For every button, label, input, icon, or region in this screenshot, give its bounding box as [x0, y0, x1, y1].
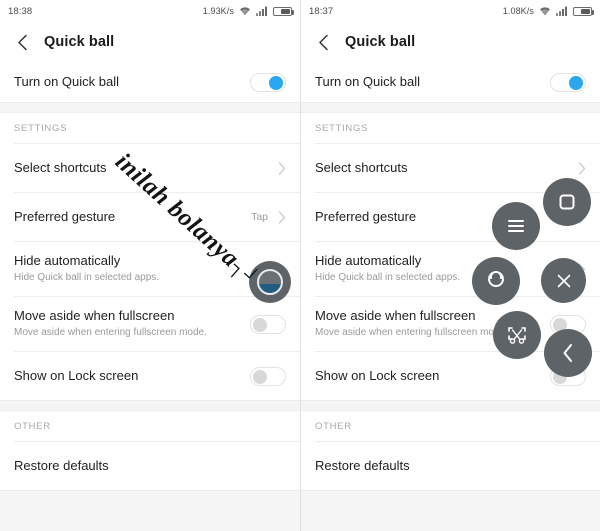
status-bar: 18:37 1.08K/s	[301, 0, 600, 22]
row-select-shortcuts[interactable]: Select shortcuts	[0, 144, 300, 192]
row-sublabel: Hide Quick ball in selected apps.	[14, 272, 160, 283]
chevron-right-icon	[577, 161, 586, 175]
row-label: Turn on Quick ball	[315, 74, 421, 89]
row-label: Select shortcuts	[315, 160, 408, 175]
row-label: Show on Lock screen	[315, 368, 440, 383]
row-sublabel: Move aside when entering fullscreen mode…	[14, 327, 207, 338]
back-chevron-icon[interactable]	[14, 34, 30, 50]
empty-area	[301, 490, 600, 531]
row-restore-defaults[interactable]: Restore defaults	[0, 442, 300, 490]
screenshot-icon[interactable]	[493, 311, 541, 359]
menu-icon[interactable]	[492, 202, 540, 250]
signal-icon	[556, 6, 568, 16]
wifi-icon	[239, 6, 251, 16]
row-label: Move aside when fullscreen	[14, 308, 175, 323]
section-heading-other: OTHER	[0, 411, 300, 441]
recent-apps-icon[interactable]	[543, 178, 591, 226]
row-label: Hide automatically	[14, 253, 121, 268]
row-turn-on-quick-ball[interactable]: Turn on Quick ball	[301, 62, 600, 102]
section-gap	[0, 400, 300, 411]
row-sublabel: Hide Quick ball in selected apps.	[315, 272, 461, 283]
status-bar: 18:38 1.93K/s	[0, 0, 300, 22]
empty-area	[0, 490, 300, 531]
title-bar: Quick ball	[0, 22, 300, 62]
row-preferred-gesture[interactable]: Preferred gesture Tap	[0, 193, 300, 241]
row-label: Turn on Quick ball	[14, 74, 120, 89]
row-move-aside-when-fullscreen[interactable]: Move aside when fullscreen Move aside wh…	[0, 297, 300, 351]
row-turn-on-quick-ball[interactable]: Turn on Quick ball	[0, 62, 300, 102]
status-bar-clock: 18:38	[8, 5, 33, 17]
phone-screen-right: 18:37 1.08K/s Quick ball Turn on Quick b…	[300, 0, 600, 531]
page-title: Quick ball	[44, 34, 115, 50]
wifi-icon	[539, 6, 551, 16]
row-label: Restore defaults	[14, 458, 109, 473]
status-bar-network-speed: 1.93K/s	[202, 6, 234, 16]
row-label: Restore defaults	[315, 458, 410, 473]
section-gap	[301, 400, 600, 411]
row-show-on-lock-screen[interactable]: Show on Lock screen	[0, 352, 300, 400]
lock-icon[interactable]	[472, 257, 520, 305]
turn-on-quick-ball-toggle[interactable]	[250, 72, 286, 92]
row-value: Tap	[251, 211, 268, 223]
row-label: Preferred gesture	[14, 209, 116, 224]
row-label: Show on Lock screen	[14, 368, 139, 383]
section-heading-settings: SETTINGS	[301, 113, 600, 143]
phone-screen-left: 18:38 1.93K/s Quick ball Turn on Quick b…	[0, 0, 300, 531]
section-gap	[0, 102, 300, 113]
page-title: Quick ball	[345, 34, 416, 50]
show-on-lock-screen-toggle[interactable]	[250, 366, 286, 386]
row-restore-defaults[interactable]: Restore defaults	[301, 442, 600, 490]
quick-ball-floating-button[interactable]	[249, 261, 291, 303]
back-icon[interactable]	[544, 329, 592, 377]
title-bar: Quick ball	[301, 22, 600, 62]
section-heading-other: OTHER	[301, 411, 600, 441]
status-bar-network-speed: 1.08K/s	[502, 6, 534, 16]
move-aside-toggle[interactable]	[250, 314, 286, 334]
chevron-right-icon	[277, 161, 286, 175]
turn-on-quick-ball-toggle[interactable]	[550, 72, 586, 92]
battery-icon	[573, 6, 594, 16]
section-heading-settings: SETTINGS	[0, 113, 300, 143]
status-bar-clock: 18:37	[309, 5, 334, 17]
section-gap	[301, 102, 600, 113]
battery-icon	[273, 6, 294, 16]
signal-icon	[256, 6, 268, 16]
row-label: Select shortcuts	[14, 160, 107, 175]
row-label: Hide automatically	[315, 253, 422, 268]
chevron-right-icon	[277, 210, 286, 224]
close-icon[interactable]	[541, 258, 586, 303]
screenshot-stage: 18:38 1.93K/s Quick ball Turn on Quick b…	[0, 0, 600, 531]
back-chevron-icon[interactable]	[315, 34, 331, 50]
